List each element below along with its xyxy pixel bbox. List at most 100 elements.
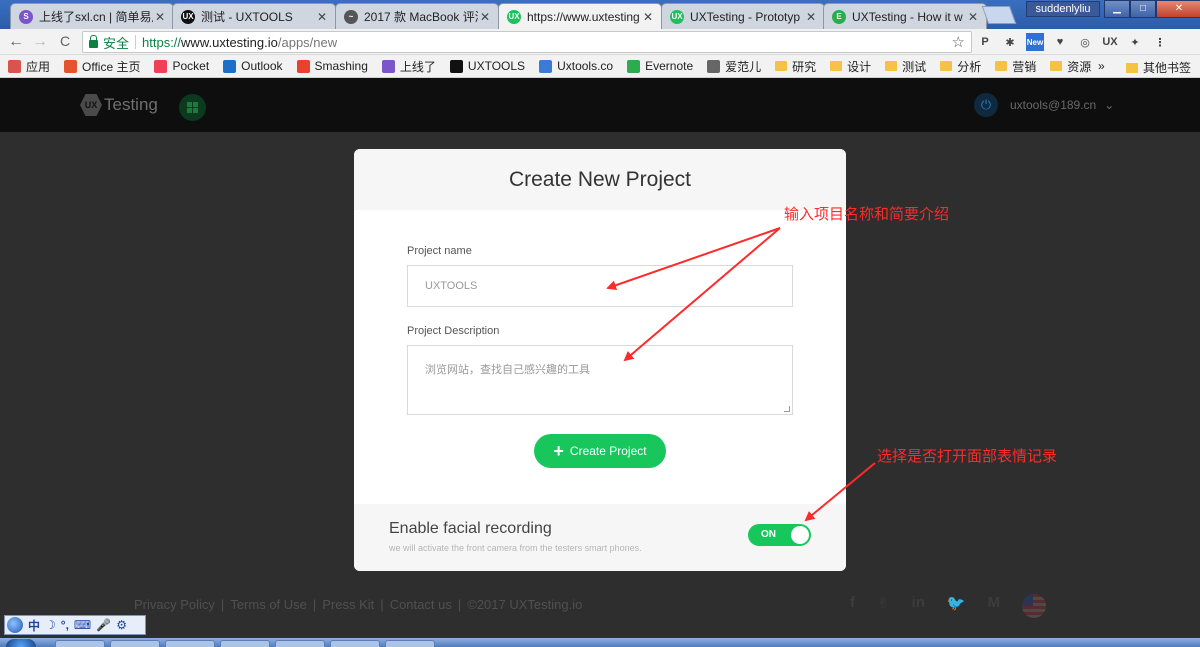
tab-close-icon[interactable]: ✕	[641, 10, 655, 24]
bookmark-star-icon[interactable]: ☆	[952, 33, 965, 51]
user-menu[interactable]: ⏻ uxtools@189.cn ⌄	[974, 93, 1114, 117]
browser-tab[interactable]: UX 测试 - UXTOOLS ✕	[172, 3, 336, 29]
taskbar-item[interactable]	[330, 640, 380, 647]
tab-close-icon[interactable]: ✕	[153, 10, 167, 24]
medium-icon[interactable]: M	[988, 594, 1001, 618]
extension-icon[interactable]: ◎	[1076, 33, 1094, 51]
address-bar[interactable]: 安全 https://www.uxtesting.io/apps/new ☆	[82, 31, 972, 53]
toggle-state-label: ON	[761, 529, 776, 540]
angellist-icon[interactable]: ✌	[877, 594, 890, 618]
browser-tab[interactable]: ~2017 款 MacBook 评测 ✕	[335, 3, 499, 29]
extension-icon[interactable]: P	[976, 33, 994, 51]
bookmark-item[interactable]: UXTOOLS	[449, 59, 526, 73]
new-tab-button[interactable]	[981, 6, 1017, 24]
footer-link[interactable]: ©2017 UXTesting.io	[467, 597, 582, 612]
start-button[interactable]	[6, 639, 36, 647]
bookmark-favicon-icon	[223, 59, 237, 73]
apps-grid-button[interactable]	[179, 94, 206, 121]
extension-icon[interactable]: UX	[1101, 33, 1119, 51]
back-button[interactable]: ←	[6, 32, 26, 52]
bookmark-folder[interactable]: 测试	[885, 58, 926, 75]
us-flag-icon[interactable]	[1022, 594, 1047, 618]
footer-link[interactable]: Terms of Use	[230, 597, 307, 612]
facial-recording-toggle[interactable]: ON	[748, 524, 811, 546]
other-bookmarks[interactable]: 其他书签	[1126, 59, 1191, 76]
taskbar-item[interactable]	[55, 640, 105, 647]
bookmark-label: Pocket	[172, 59, 210, 73]
extension-icon[interactable]: New	[1026, 33, 1044, 51]
forward-button[interactable]: →	[30, 32, 50, 52]
ime-tool-icon[interactable]: ☽	[45, 618, 56, 632]
reload-button[interactable]: C	[55, 32, 75, 52]
bookmarks-more-button[interactable]: »	[1098, 59, 1105, 73]
taskbar-item[interactable]	[165, 640, 215, 647]
project-name-input[interactable]: UXTOOLS	[407, 265, 793, 307]
tab-favicon-icon: UX	[181, 9, 195, 24]
bookmark-favicon-icon	[707, 59, 721, 73]
facebook-icon[interactable]: f	[850, 594, 855, 618]
bookmark-item[interactable]: Outlook	[223, 59, 283, 73]
resize-handle-icon[interactable]	[784, 406, 790, 412]
ime-logo-icon[interactable]	[7, 617, 23, 633]
bookmark-folder[interactable]: 资源	[1050, 58, 1091, 75]
folder-icon	[775, 61, 788, 71]
taskbar-item[interactable]	[110, 640, 160, 647]
tab-favicon-icon: UX	[670, 9, 684, 24]
browser-tab[interactable]: UX UXTesting - Prototyp ✕	[661, 3, 825, 29]
extension-icon[interactable]: ✱	[1001, 33, 1019, 51]
footer-link[interactable]: Privacy Policy	[134, 597, 215, 612]
bookmark-label: Uxtools.co	[557, 59, 614, 73]
tab-close-icon[interactable]: ✕	[478, 10, 492, 24]
tab-close-icon[interactable]: ✕	[804, 10, 818, 24]
tab-close-icon[interactable]: ✕	[966, 10, 980, 24]
bookmark-folder[interactable]: 设计	[830, 58, 871, 75]
extension-icon[interactable]: ⋮	[1151, 33, 1169, 51]
bookmark-folder[interactable]: 分析	[940, 58, 981, 75]
folder-icon	[1050, 61, 1063, 71]
power-icon[interactable]: ⏻	[974, 93, 998, 117]
bookmark-item[interactable]: Evernote	[627, 59, 693, 73]
tab-close-icon[interactable]: ✕	[315, 10, 329, 24]
close-window-button[interactable]: ✕	[1156, 0, 1200, 18]
create-project-modal: Create New Project Project name UXTOOLS …	[354, 149, 846, 571]
bookmark-favicon-icon	[627, 59, 641, 73]
browser-tab[interactable]: S 上线了sxl.cn | 简单易用 ✕	[10, 3, 174, 29]
taskbar-item[interactable]	[220, 640, 270, 647]
taskbar-item[interactable]	[275, 640, 325, 647]
divider	[135, 35, 137, 49]
project-description-input[interactable]: 浏览网站，查找自己感兴趣的工具	[407, 345, 793, 415]
ime-tool-icon[interactable]: 🎤	[96, 618, 111, 632]
bookmark-item[interactable]: Uxtools.co	[539, 59, 613, 73]
minimize-button[interactable]: ▁	[1104, 0, 1130, 18]
ime-tool-icon[interactable]: ⚙	[116, 618, 127, 632]
bookmark-item[interactable]: Office 主页	[64, 58, 140, 75]
linkedin-icon[interactable]: in	[912, 594, 925, 618]
maximize-button[interactable]: □	[1130, 0, 1156, 18]
ime-mode-label[interactable]: 中	[28, 617, 40, 634]
bookmark-item[interactable]: 爱范儿	[707, 58, 761, 75]
extension-icon[interactable]: ✦	[1126, 33, 1144, 51]
browser-tab[interactable]: UX https://www.uxtesting ✕	[498, 3, 662, 29]
extension-icon[interactable]: ♥	[1051, 33, 1069, 51]
bookmark-item[interactable]: Pocket	[154, 59, 209, 73]
browser-tab[interactable]: E UXTesting - How it w ✕	[823, 3, 987, 29]
bookmark-item[interactable]: 上线了	[381, 58, 436, 75]
profile-button[interactable]: suddenlyliu	[1026, 1, 1100, 17]
ime-tool-icon[interactable]: °,	[61, 618, 69, 632]
folder-icon	[1126, 62, 1138, 73]
create-project-button[interactable]: + Create Project	[534, 434, 666, 468]
ime-tool-icon[interactable]: ⌨	[74, 618, 91, 632]
footer-link[interactable]: Press Kit	[322, 597, 374, 612]
bookmark-label: UXTOOLS	[467, 59, 526, 73]
bookmark-item[interactable]: Smashing	[296, 59, 368, 73]
bookmark-item[interactable]: 应用	[8, 58, 50, 75]
tab-title: 2017 款 MacBook 评测	[364, 10, 478, 24]
twitter-icon[interactable]: 🐦	[947, 594, 966, 618]
bookmark-folder[interactable]: 营销	[995, 58, 1036, 75]
bookmark-folder[interactable]: 研究	[775, 58, 816, 75]
taskbar-item[interactable]	[385, 640, 435, 647]
bookmark-folder-label: 资源	[1067, 59, 1092, 74]
tab-title: 测试 - UXTOOLS	[201, 10, 293, 24]
footer-link[interactable]: Contact us	[390, 597, 452, 612]
site-logo[interactable]: UX Testing	[80, 94, 158, 116]
